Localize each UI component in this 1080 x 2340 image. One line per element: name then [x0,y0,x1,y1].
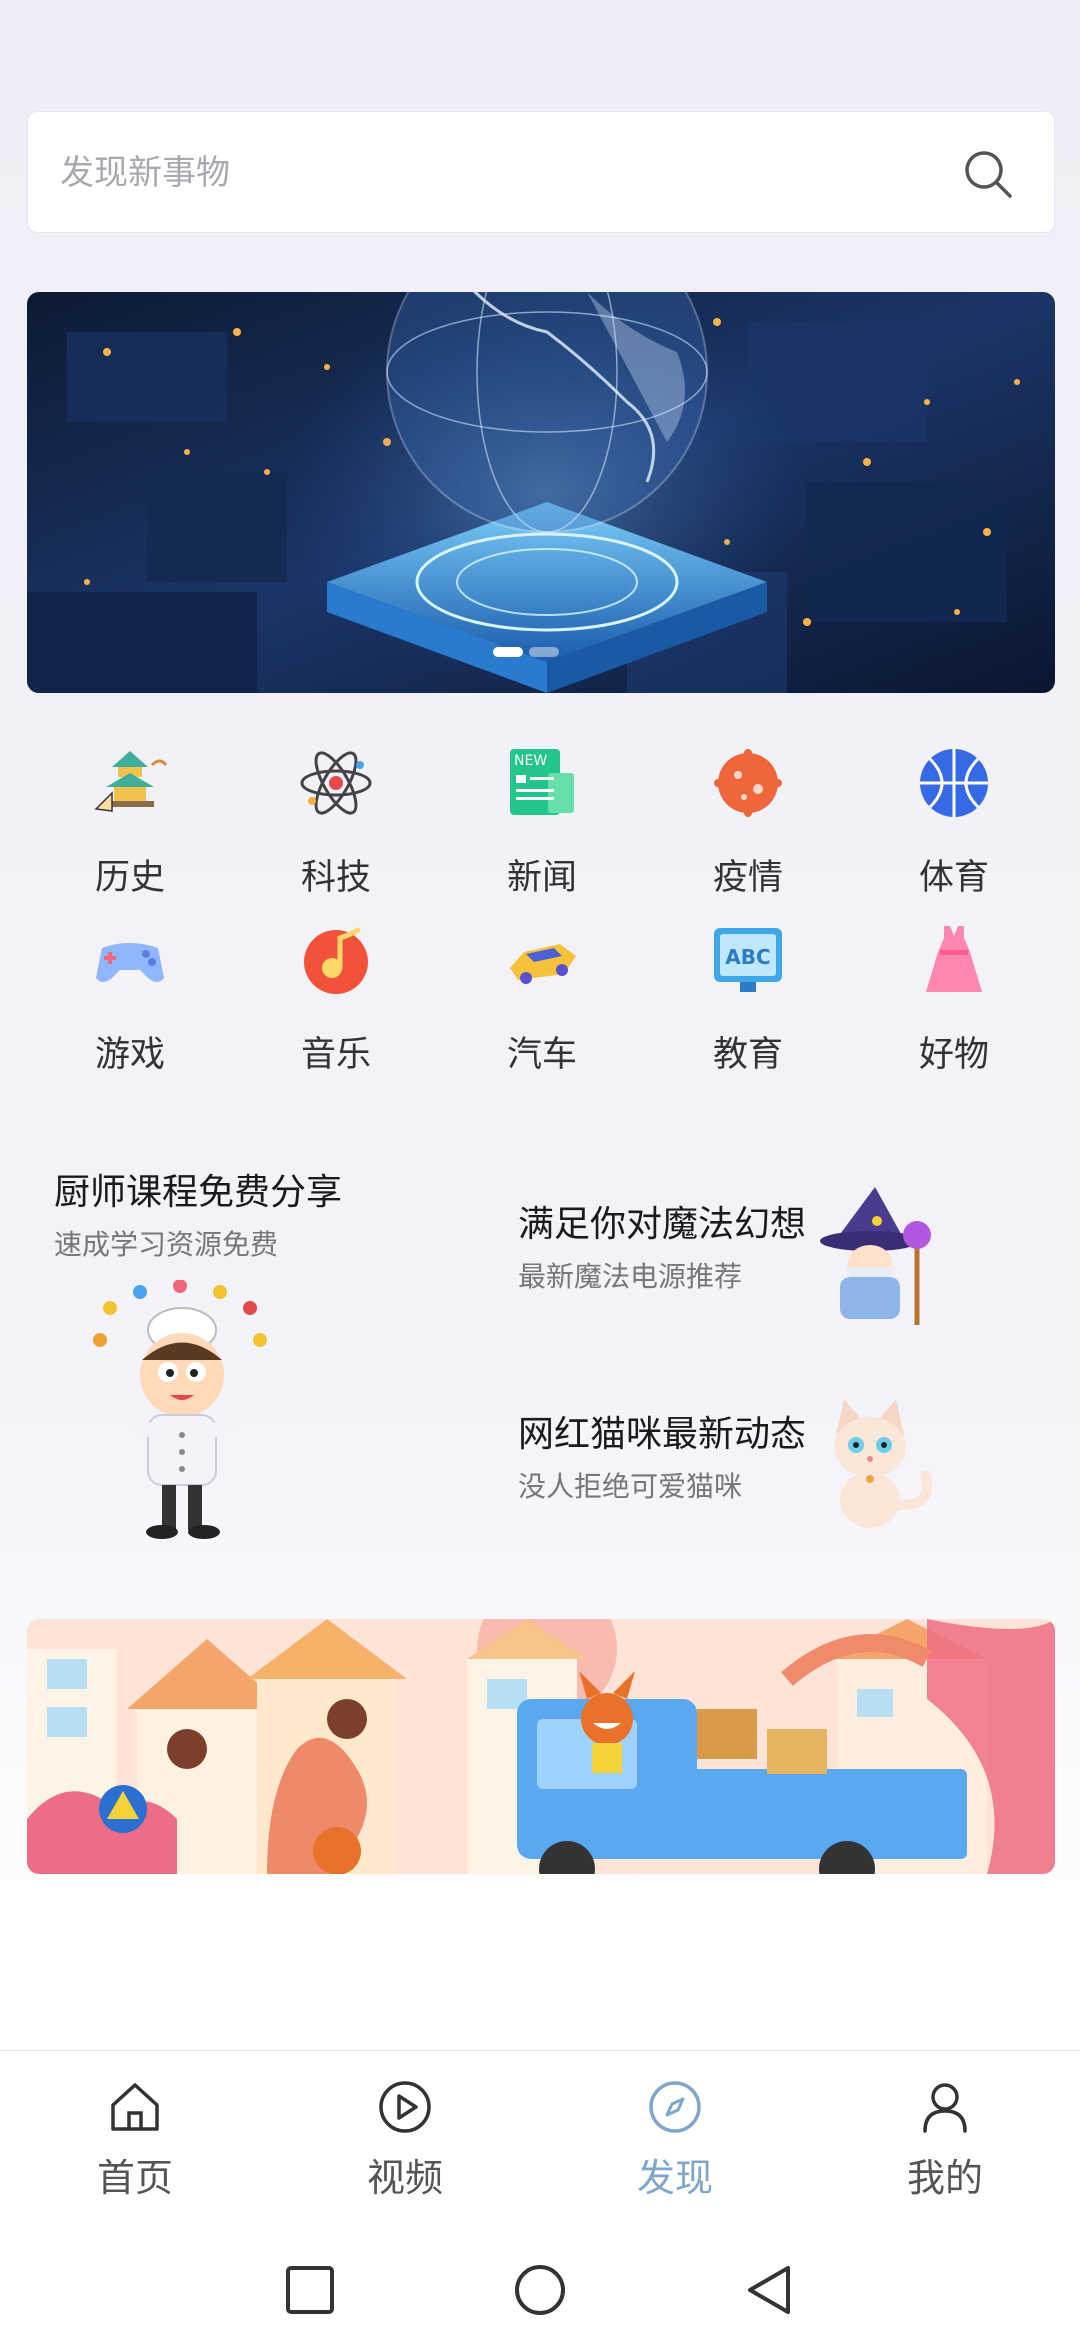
pagoda-icon [94,751,168,812]
tech-globe-image [27,292,1055,693]
play-circle-icon [379,2081,431,2133]
category-history[interactable]: 历史 [50,745,210,905]
bottom-nav: 首页 视频 发现 我的 [0,2050,1080,2241]
category-label: 历史 [94,858,165,898]
category-goods[interactable]: 好物 [874,922,1034,1082]
news-icon: NEW [510,749,574,815]
hero-banner[interactable] [27,292,1055,693]
category-music[interactable]: 音乐 [256,922,416,1082]
promo-banner[interactable] [27,1619,1055,1874]
compass-icon [649,2081,701,2133]
promo-magic[interactable]: 满足你对魔法幻想 最新魔法电源推荐 [518,1195,806,1295]
search-input[interactable] [58,112,942,234]
recents-icon[interactable] [282,2262,338,2318]
cat-illustration [834,1399,933,1528]
category-cars[interactable]: 汽车 [462,922,622,1082]
home-icon [111,2083,159,2131]
basketball-icon [920,749,988,817]
car-icon [510,944,576,984]
system-nav-bar [0,2240,1080,2340]
svg-text:ABC: ABC [725,945,770,969]
nav-home[interactable]: 首页 [0,2051,270,2231]
category-label: 科技 [300,858,371,898]
carousel-indicator [493,647,559,657]
category-education[interactable]: ABC 教育 [668,922,828,1082]
category-tech[interactable]: 科技 [256,745,416,905]
promo-subtitle: 没人拒绝可爱猫咪 [518,1470,743,1503]
category-label: 疫情 [712,858,783,898]
atom-icon [300,751,372,815]
promo-title: 满足你对魔法幻想 [518,1204,807,1245]
carousel-dot[interactable] [529,647,559,657]
category-label: 教育 [712,1035,783,1075]
category-label: 游戏 [94,1035,165,1075]
delivery-truck-image [27,1619,1055,1874]
category-label: 体育 [918,858,989,898]
category-label: 好物 [918,1035,989,1075]
user-icon [923,2083,967,2133]
category-sports[interactable]: 体育 [874,745,1034,905]
promo-cat[interactable]: 网红猫咪最新动态 没人拒绝可爱猫咪 [518,1405,806,1505]
music-icon [304,927,368,994]
nav-video[interactable]: 视频 [270,2051,540,2231]
nav-discover[interactable]: 发现 [540,2051,810,2231]
dress-icon [926,926,982,992]
nav-mine[interactable]: 我的 [810,2051,1080,2231]
category-epidemic[interactable]: 疫情 [668,745,828,905]
home-circle-icon[interactable] [512,2262,568,2318]
promo-subtitle: 速成学习资源免费 [54,1228,279,1261]
promo-title: 网红猫咪最新动态 [518,1414,807,1455]
nav-label: 我的 [906,2156,983,2200]
promo-chef[interactable]: 厨师课程免费分享 速成学习资源免费 [54,1163,342,1263]
carousel-dot[interactable] [493,647,523,657]
abc-board-icon: ABC [714,928,782,992]
wizard-illustration [820,1187,931,1325]
search-bar[interactable] [27,111,1055,234]
svg-text:NEW: NEW [514,753,547,769]
nav-label: 视频 [366,2156,443,2200]
chef-illustration [83,1280,277,1539]
promo-title: 厨师课程免费分享 [54,1172,343,1213]
category-news[interactable]: NEW 新闻 [462,745,622,905]
back-triangle-icon[interactable] [742,2262,798,2318]
promo-subtitle: 最新魔法电源推荐 [518,1260,743,1293]
nav-label: 首页 [96,2156,173,2200]
category-label: 新闻 [506,858,577,898]
category-label: 音乐 [300,1035,371,1075]
search-icon[interactable] [962,148,1014,200]
category-label: 汽车 [506,1035,577,1075]
nav-label: 发现 [636,2156,713,2200]
gamepad-icon [96,943,164,982]
category-games[interactable]: 游戏 [50,922,210,1082]
virus-icon [714,749,782,817]
